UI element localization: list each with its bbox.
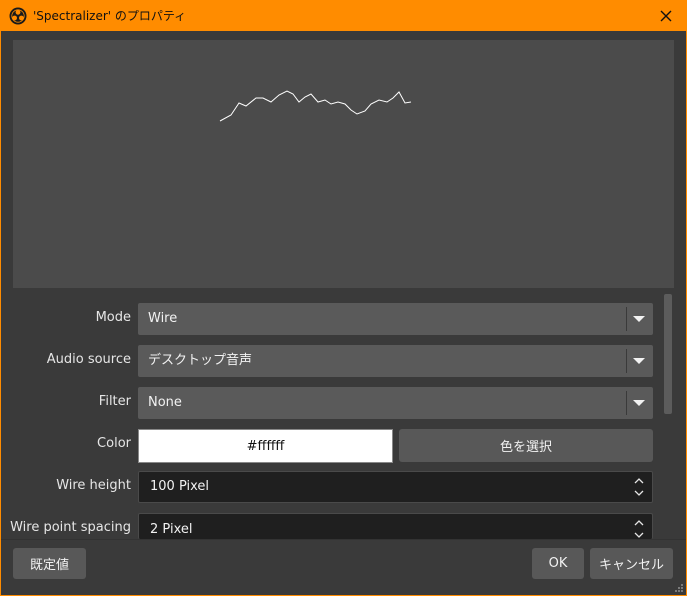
audio-source-label: Audio source	[46, 352, 131, 367]
spin-up-down-icon[interactable]	[632, 474, 646, 500]
mode-value: Wire	[148, 311, 178, 326]
filter-label: Filter	[98, 394, 131, 409]
cancel-button[interactable]: キャンセル	[590, 548, 673, 579]
color-value: #ffffff	[246, 438, 285, 454]
ok-label: OK	[548, 556, 568, 571]
audio-source-value: デスクトップ音声	[148, 353, 253, 368]
properties-dialog: 'Spectralizer' のプロパティ Mode Wire Audio so…	[0, 0, 687, 596]
choose-color-label: 色を選択	[499, 440, 552, 455]
filter-select[interactable]: None	[138, 387, 653, 419]
filter-value: None	[148, 395, 182, 410]
title-bar: 'Spectralizer' のプロパティ	[1, 1, 686, 31]
wire-height-label: Wire height	[56, 478, 131, 493]
defaults-button[interactable]: 既定値	[13, 548, 86, 579]
chevron-down-icon	[633, 358, 645, 364]
color-label: Color	[97, 436, 131, 451]
wire-line	[219, 90, 412, 122]
chevron-down-icon	[633, 316, 645, 322]
wire-point-spacing-spinbox[interactable]: 2 Pixel	[138, 513, 653, 539]
resize-grip-icon[interactable]	[674, 583, 684, 593]
chevron-down-icon	[633, 400, 645, 406]
scrollbar-thumb[interactable]	[664, 294, 672, 414]
obs-logo-icon	[9, 7, 27, 25]
close-icon	[660, 10, 672, 22]
dropdown-separator	[626, 349, 627, 373]
defaults-label: 既定値	[29, 558, 69, 573]
color-swatch: #ffffff	[138, 429, 393, 463]
mode-select[interactable]: Wire	[138, 303, 653, 335]
cancel-label: キャンセル	[598, 558, 664, 573]
wire-point-spacing-value: 2 Pixel	[150, 522, 193, 537]
footer-divider	[1, 539, 686, 540]
dropdown-separator	[626, 307, 627, 331]
mode-label: Mode	[95, 310, 131, 325]
ok-button[interactable]: OK	[532, 548, 584, 579]
close-button[interactable]	[646, 1, 686, 31]
window-title: 'Spectralizer' のプロパティ	[33, 9, 187, 23]
preview-canvas	[13, 40, 674, 288]
wire-visualization	[219, 90, 412, 122]
wire-height-value: 100 Pixel	[150, 479, 210, 494]
wire-point-spacing-label: Wire point spacing	[10, 520, 131, 535]
choose-color-button[interactable]: 色を選択	[399, 429, 653, 462]
dropdown-separator	[626, 391, 627, 415]
audio-source-select[interactable]: デスクトップ音声	[138, 345, 653, 377]
wire-height-spinbox[interactable]: 100 Pixel	[138, 471, 653, 503]
